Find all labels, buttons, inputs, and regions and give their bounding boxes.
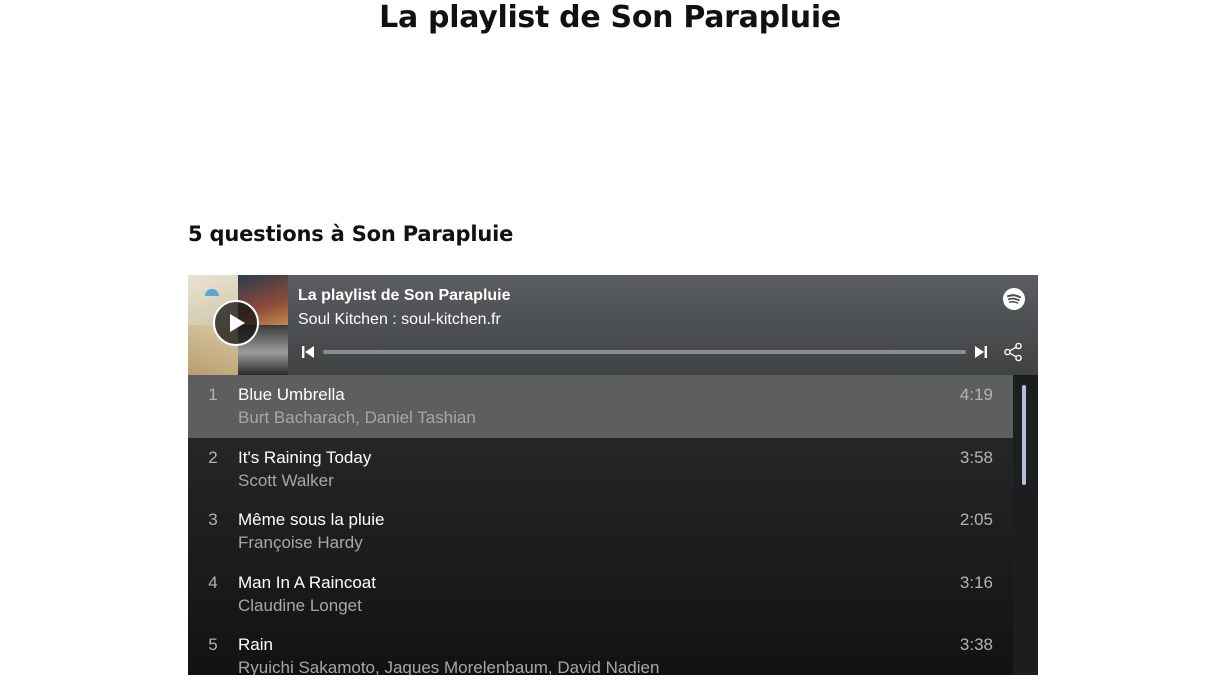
- playlist-owner[interactable]: Soul Kitchen : soul-kitchen.fr: [298, 311, 501, 329]
- track-row-3[interactable]: 3 Même sous la pluie Françoise Hardy 2:0…: [188, 500, 1013, 563]
- page-title: La playlist de Son Parapluie: [379, 0, 841, 35]
- skip-back-icon[interactable]: [301, 345, 315, 359]
- umbrella-icon: [205, 289, 219, 296]
- spotify-icon[interactable]: [1003, 288, 1025, 310]
- track-artist: Scott Walker: [238, 470, 334, 490]
- track-duration: 4:19: [959, 385, 993, 404]
- track-number: 5: [208, 635, 218, 654]
- track-title: Rain: [238, 635, 273, 654]
- skip-forward-icon[interactable]: [974, 345, 988, 359]
- track-duration: 3:16: [959, 572, 993, 592]
- track-artist: Françoise Hardy: [238, 533, 363, 552]
- player-header: La playlist de Son Parapluie Soul Kitche…: [188, 275, 1038, 375]
- track-row-5[interactable]: 5 Rain Ryuichi Sakamoto, Jaques Morelenb…: [188, 625, 1013, 675]
- playlist-title[interactable]: La playlist de Son Parapluie: [298, 287, 511, 305]
- track-title: It's Raining Today: [238, 447, 372, 467]
- playlist-cover: [188, 275, 288, 375]
- track-duration: 2:05: [959, 510, 993, 529]
- track-duration: 3:38: [959, 635, 993, 654]
- play-icon: [230, 314, 245, 332]
- scrollbar-thumb[interactable]: [1022, 385, 1026, 485]
- section-heading: 5 questions à Son Parapluie: [188, 222, 514, 246]
- track-number: 3: [208, 510, 218, 529]
- track-number: 4: [208, 572, 218, 592]
- track-duration: 3:58: [959, 447, 993, 467]
- share-icon[interactable]: [1003, 342, 1023, 362]
- spotify-embed-player: La playlist de Son Parapluie Soul Kitche…: [188, 275, 1038, 675]
- track-number: 1: [208, 385, 218, 404]
- track-artist: Ryuichi Sakamoto, Jaques Morelenbaum, Da…: [238, 658, 660, 675]
- track-row-4[interactable]: 4 Man In A Raincoat Claudine Longet 3:16: [188, 563, 1013, 626]
- progress-bar[interactable]: [323, 350, 966, 354]
- track-title: Blue Umbrella: [238, 385, 345, 404]
- track-title: Man In A Raincoat: [238, 572, 376, 592]
- track-artist: Burt Bacharach, Daniel Tashian: [238, 408, 476, 427]
- track-row-1[interactable]: 1 Blue Umbrella Burt Bacharach, Daniel T…: [188, 375, 1013, 438]
- track-row-2[interactable]: 2 It's Raining Today Scott Walker 3:58: [188, 438, 1013, 501]
- play-button[interactable]: [213, 300, 259, 346]
- track-number: 2: [208, 447, 218, 467]
- track-artist: Claudine Longet: [238, 595, 362, 615]
- track-list: 1 Blue Umbrella Burt Bacharach, Daniel T…: [188, 375, 1013, 675]
- track-title: Même sous la pluie: [238, 510, 385, 529]
